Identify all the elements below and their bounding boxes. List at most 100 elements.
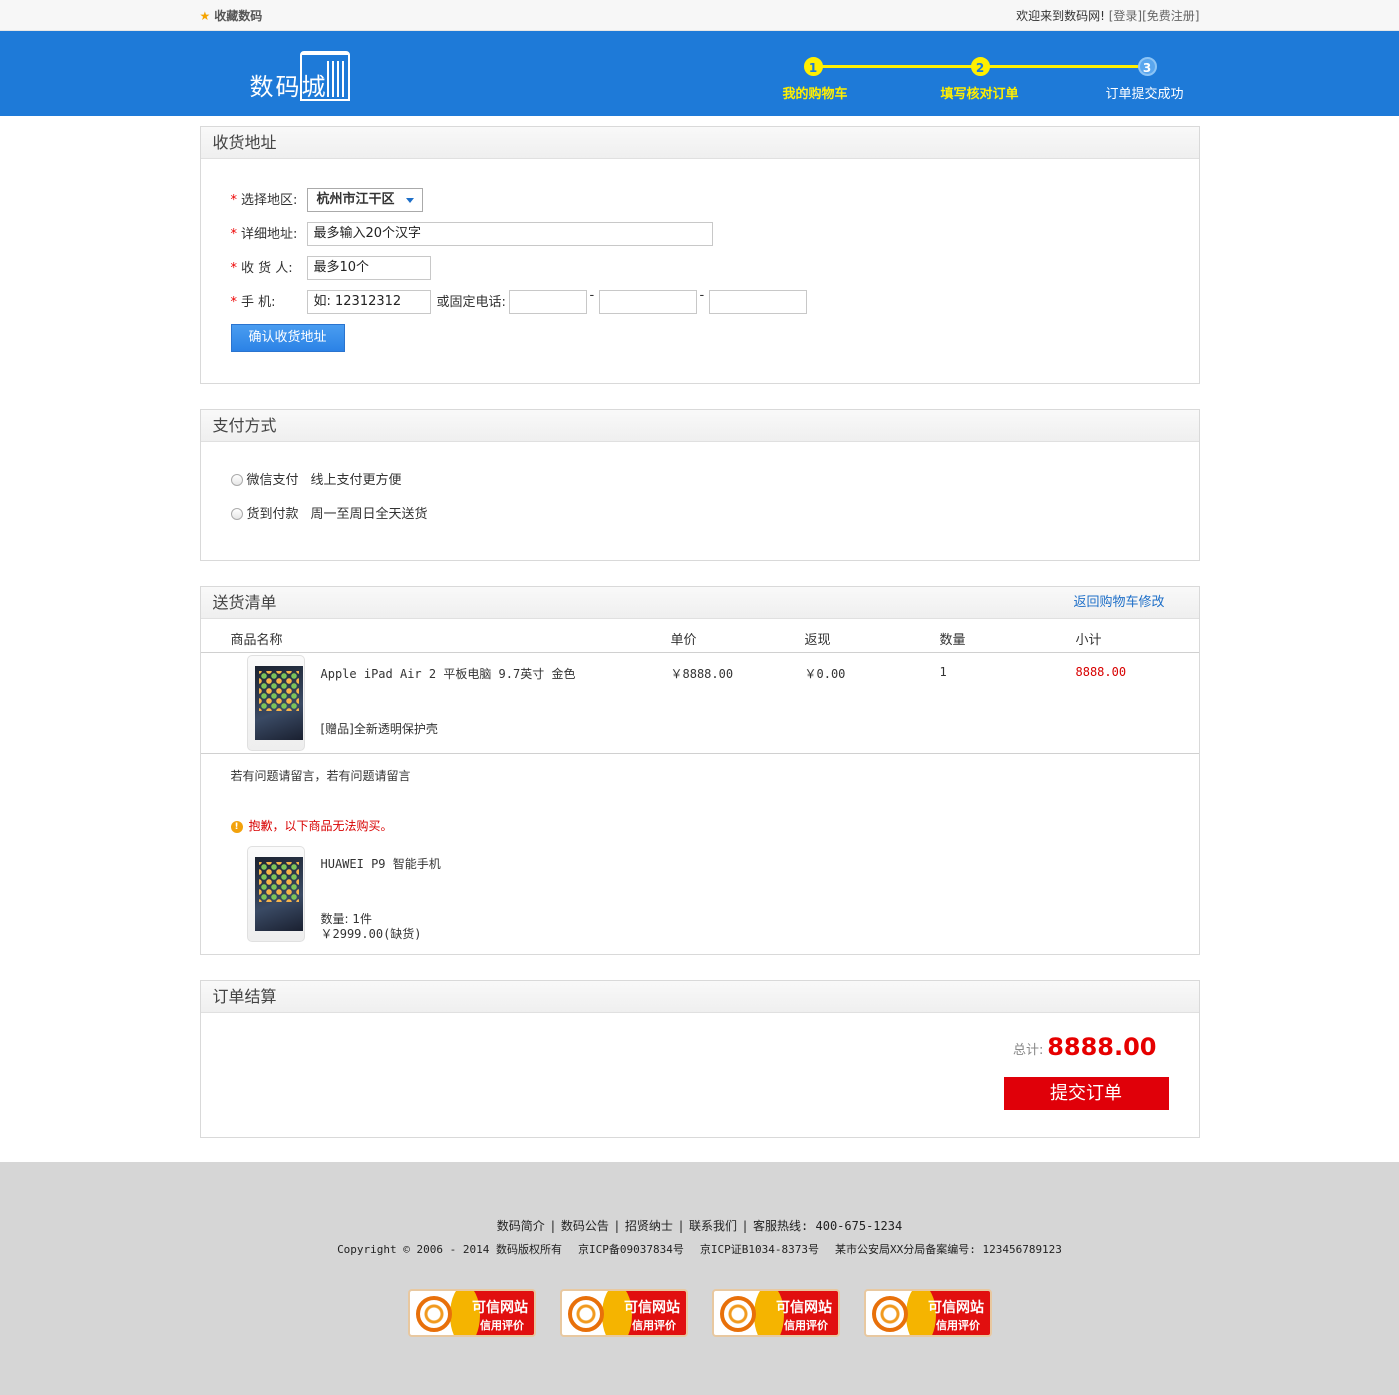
building-windows [326, 61, 345, 97]
radio-button[interactable] [230, 474, 243, 486]
badge-logo-icon [416, 1296, 452, 1332]
dash-separator: - [589, 288, 595, 303]
caret-down-icon [405, 198, 414, 203]
welcome-text: 欢迎来到数码网! [1016, 9, 1105, 23]
payment-option-cod[interactable]: 货到付款 周一至周日全天送货 [230, 503, 428, 522]
top-bar: ★ 收藏数码 欢迎来到数码网! [登录][免费注册] [0, 0, 1399, 31]
product-image[interactable] [245, 655, 305, 751]
total-value: 8888.00 [1047, 1033, 1157, 1061]
step-1-label: 我的购物车 [782, 87, 848, 102]
unavailable-product-name[interactable]: HUAWEI P9 智能手机 [321, 855, 441, 872]
order-total: 总计: 8888.00 [1013, 1033, 1157, 1061]
dash-separator: - [699, 288, 705, 303]
landline-ext-input[interactable] [708, 290, 807, 314]
detail-row: * 详细地址: [231, 223, 314, 247]
register-link[interactable]: [免费注册] [1142, 9, 1199, 23]
required-mark: * [230, 227, 238, 242]
progress-line-2 [979, 65, 1148, 68]
footer-link-jobs[interactable]: 招贤纳士 [625, 1219, 673, 1233]
col-price: 单价 [670, 633, 697, 648]
footer-copyright-line: Copyright © 2006 - 2014 数码版权所有 京ICP备09037… [0, 1241, 1399, 1257]
favorite-link[interactable]: ★ 收藏数码 [200, 7, 263, 24]
footer: 数码简介 | 数码公告 | 招贤纳士 | 联系我们 | 客服热线: 400-675-1234 C… [0, 1162, 1399, 1395]
tablet-screen [254, 857, 303, 931]
badge-line1: 可信网站 [624, 1300, 680, 1316]
user-links: 欢迎来到数码网! [登录][免费注册] [1016, 7, 1199, 24]
detail-address-input[interactable]: 最多输入20个汉字 [306, 222, 713, 246]
landline-area-input[interactable] [508, 290, 587, 314]
tablet-frame [246, 846, 305, 942]
receiver-row: * 收 货 人: [231, 257, 314, 281]
unavailable-product-price: ￥2999.00(缺货) [320, 927, 422, 941]
order-note: 若有问题请留言，若有问题请留言 [230, 769, 411, 783]
progress-line-1 [811, 65, 980, 68]
step-2-label: 填写核对订单 [940, 87, 1019, 102]
badge-logo-icon [872, 1296, 908, 1332]
required-mark: * [230, 193, 238, 208]
phone-row: * 手 机: [231, 291, 314, 315]
back-to-cart-link[interactable]: 返回购物车修改 [1073, 587, 1164, 619]
mobile-input[interactable]: 如: 12312312 [306, 290, 431, 314]
submit-order-button[interactable]: 提交订单 [1003, 1077, 1169, 1110]
col-subtotal: 小计 [1075, 633, 1102, 648]
icp-license: 京ICP证B1034-8373号 [699, 1243, 819, 1256]
unavailable-message: 抱歉，以下商品无法购买。 [248, 819, 393, 833]
badge-logo-icon [720, 1296, 756, 1332]
link-separator: | [550, 1219, 555, 1233]
trust-badge[interactable]: 可信网站 信用评价 [712, 1289, 840, 1337]
trust-badge[interactable]: 可信网站 信用评价 [560, 1289, 688, 1337]
region-select[interactable]: 杭州市江干区 [306, 188, 423, 212]
header-inner: 数码城 1 2 3 我的购物车 填写核对订单 订单提交成功 [200, 31, 1200, 116]
step-2-dot: 2 [970, 57, 990, 76]
detail-label: 详细地址: [241, 227, 298, 242]
unavailable-warning: ! 抱歉，以下商品无法购买。 [230, 817, 393, 834]
radio-button[interactable] [230, 508, 243, 520]
payment-panel: 支付方式 微信支付 线上支付更方便 货到付款 周一至周日全天送货 [199, 409, 1200, 561]
cashback-value: ￥0.00 [804, 667, 846, 681]
required-mark: * [230, 295, 238, 310]
step-3-dot: 3 [1137, 57, 1157, 76]
region-row: * 选择地区: [231, 189, 314, 213]
link-separator: | [743, 1219, 748, 1233]
address-panel: 收货地址 * 选择地区: 杭州市江干区 * 详细地址: 最多输入20个汉字 * 收 货… [199, 126, 1200, 384]
product-name[interactable]: Apple iPad Air 2 平板电脑 9.7英寸 金色 [321, 665, 576, 682]
payment-option-name: 货到付款 [246, 507, 299, 522]
footer-link-about[interactable]: 数码简介 [497, 1219, 545, 1233]
confirm-address-button[interactable]: 确认收货地址 [230, 324, 345, 352]
badge-logo-icon [568, 1296, 604, 1332]
footer-link-notice[interactable]: 数码公告 [561, 1219, 609, 1233]
badge-line2: 信用评价 [936, 1319, 980, 1332]
logo-text: 数码城 [249, 73, 328, 101]
order-progress-steps: 1 2 3 我的购物车 填写核对订单 订单提交成功 [780, 31, 1200, 116]
copyright-text: Copyright © 2006 - 2014 数码版权所有 [337, 1243, 563, 1256]
step-3-label: 订单提交成功 [1105, 87, 1184, 102]
warning-icon: ! [230, 821, 243, 833]
footer-hotline: 客服热线: 400-675-1234 [753, 1219, 903, 1233]
payment-option-wechat[interactable]: 微信支付 线上支付更方便 [230, 469, 402, 488]
address-panel-title: 收货地址 [200, 127, 1199, 159]
site-logo[interactable]: 数码城 [248, 47, 358, 103]
favorite-label: 收藏数码 [214, 9, 263, 23]
app-icons [258, 671, 299, 711]
landline-number-input[interactable] [598, 290, 697, 314]
tablet-frame [246, 655, 305, 751]
summary-panel: 订单结算 总计: 8888.00 提交订单 [199, 980, 1200, 1138]
payment-option-name: 微信支付 [246, 473, 299, 488]
badge-line1: 可信网站 [928, 1300, 984, 1316]
delivery-panel-title: 送货清单 [212, 593, 277, 612]
star-icon: ★ [199, 9, 211, 23]
quantity-value: 1 [939, 665, 947, 679]
receiver-input[interactable]: 最多10个 [306, 256, 431, 280]
region-label: 选择地区: [241, 193, 298, 208]
badge-line1: 可信网站 [776, 1300, 832, 1316]
required-mark: * [230, 261, 238, 276]
login-link[interactable]: [登录] [1109, 9, 1142, 23]
trust-badge[interactable]: 可信网站 信用评价 [864, 1289, 992, 1337]
unavailable-product-image[interactable] [245, 846, 305, 942]
footer-link-contact[interactable]: 联系我们 [689, 1219, 737, 1233]
divider [200, 753, 1199, 754]
badge-line2: 信用评价 [632, 1319, 676, 1332]
trust-badge[interactable]: 可信网站 信用评价 [408, 1289, 536, 1337]
link-separator: | [678, 1219, 683, 1233]
trust-badges: 可信网站 信用评价 可信网站 信用评价 可信网站 信用评价 可信网站 信用评价 [408, 1289, 998, 1337]
